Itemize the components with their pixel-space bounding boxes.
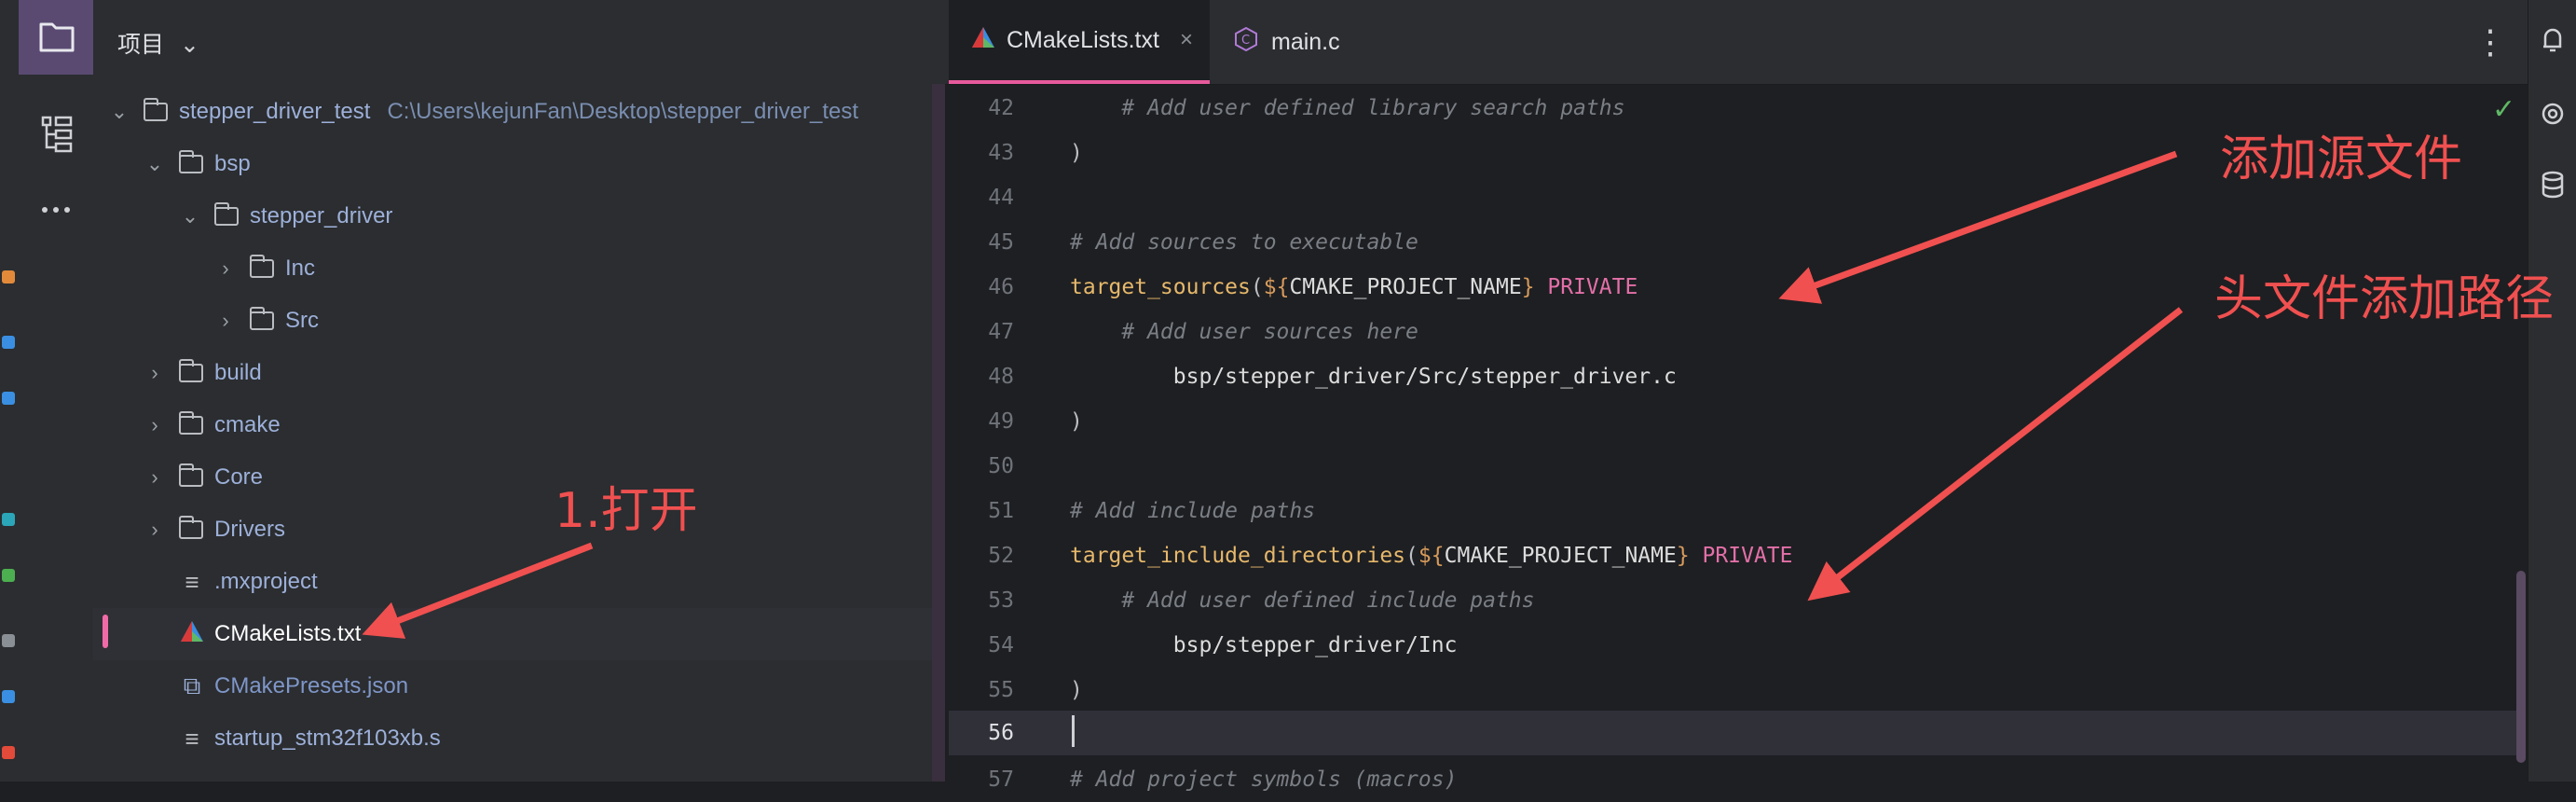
annotation-add-source: 添加源文件 [2220, 131, 2463, 187]
arrow-to-include [1807, 307, 2184, 602]
arrow-to-cmakelists [362, 542, 594, 639]
annotation-add-include: 头文件添加路径 [2214, 271, 2555, 327]
annotation-open: 1.打开 [555, 483, 698, 539]
annotation-arrows [362, 150, 2184, 639]
arrow-to-sources [1778, 150, 2178, 304]
